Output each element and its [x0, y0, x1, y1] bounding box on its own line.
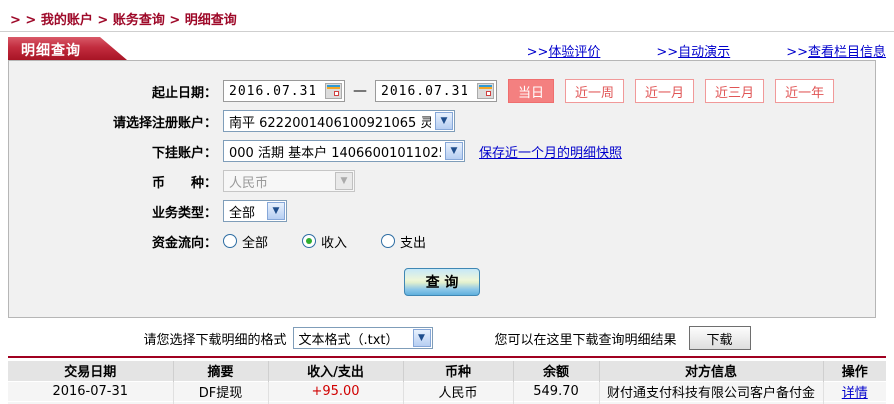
download-format-label: 请您选择下载明细的格式 [143, 329, 286, 348]
flow-option-expense[interactable]: 支出 [381, 232, 426, 251]
sub-account-label: 下挂账户： [9, 142, 217, 161]
breadcrumb-detail-query[interactable]: 明细查询 [185, 13, 237, 28]
business-type-row: 业务类型： 全部 ▼ [9, 200, 875, 222]
sub-account-value: 000 活期 基本户 1406600101102571848 [229, 142, 441, 161]
snapshot-link-wrap: 保存近一个月的明细快照 [479, 142, 622, 161]
header-links: >>体验评价 >>自动演示 >>查看栏目信息 [0, 41, 886, 60]
detail-query-page: > > 我的账户 > 账务查询 > 明细查询 明细查询 >>体验评价 >>自动演… [0, 0, 894, 404]
date-to-input[interactable] [381, 84, 467, 99]
cell-currency: 人民币 [403, 381, 513, 401]
cell-balance: 549.70 [513, 381, 599, 401]
link-prefix: >> [527, 45, 549, 60]
link-prefix: >> [786, 45, 808, 60]
query-form-panel: 起止日期： — 当日 近一周 近一月 近三月 近一年 请选择注册账户： 南平 6… [8, 60, 876, 318]
chevron-down-icon[interactable]: ▼ [435, 112, 453, 130]
column-info-link[interactable]: 查看栏目信息 [808, 45, 886, 60]
fund-flow-row: 资金流向： 全部 收入 支出 [9, 230, 875, 252]
query-button-row: 查 询 [9, 268, 875, 296]
flow-option-all-label: 全部 [242, 232, 268, 251]
chevron-down-icon[interactable]: ▼ [267, 202, 285, 220]
experience-review-link[interactable]: 体验评价 [548, 45, 600, 60]
breadcrumb-separator: > [93, 13, 113, 28]
auto-demo-link-wrap: >>自动演示 [656, 41, 730, 60]
download-format-value: 文本格式（.txt） [299, 329, 409, 348]
quick-range-month-button[interactable]: 近一月 [635, 79, 694, 103]
calendar-icon[interactable] [325, 83, 342, 99]
currency-label: 币 种： [9, 172, 217, 191]
currency-value: 人民币 [229, 172, 331, 191]
col-header-action: 操作 [823, 361, 886, 381]
chevron-down-icon[interactable]: ▼ [413, 329, 431, 347]
radio-icon[interactable] [302, 234, 316, 248]
cell-counterparty: 财付通支付科技有限公司客户备付金 [599, 381, 823, 401]
register-account-select[interactable]: 南平 6222001406100921065 灵通卡 ▼ [223, 110, 455, 132]
register-account-row: 请选择注册账户： 南平 6222001406100921065 灵通卡 ▼ [9, 110, 875, 132]
table-top-divider [8, 356, 886, 358]
business-type-label: 业务类型： [9, 202, 217, 221]
experience-review-link-wrap: >>体验评价 [527, 41, 601, 60]
download-result-label: 您可以在这里下载查询明细结果 [495, 329, 677, 348]
download-format-select[interactable]: 文本格式（.txt） ▼ [293, 327, 433, 349]
business-type-value: 全部 [229, 202, 263, 221]
top-divider [0, 31, 894, 32]
register-account-label: 请选择注册账户： [9, 112, 217, 131]
col-header-currency: 币种 [403, 361, 513, 381]
breadcrumb: > > 我的账户 > 账务查询 > 明细查询 [10, 9, 237, 28]
table-row: 2016-07-31 DF提现 +95.00 人民币 549.70 财付通支付科… [8, 381, 886, 401]
quick-range-year-button[interactable]: 近一年 [775, 79, 834, 103]
detail-link[interactable]: 详情 [842, 386, 868, 401]
flow-option-all[interactable]: 全部 [223, 232, 268, 251]
save-monthly-snapshot-link[interactable]: 保存近一个月的明细快照 [479, 146, 622, 161]
cell-action: 详情 [823, 381, 886, 401]
date-to-box [375, 80, 497, 102]
transaction-table: 交易日期 摘要 收入/支出 币种 余额 对方信息 操作 2016-07-31 D… [8, 361, 886, 404]
breadcrumb-separator: > [165, 13, 185, 28]
chevron-down-icon[interactable]: ▼ [445, 142, 463, 160]
table-header-row: 交易日期 摘要 收入/支出 币种 余额 对方信息 操作 [8, 361, 886, 381]
fund-flow-label: 资金流向： [9, 232, 217, 251]
sub-account-select[interactable]: 000 活期 基本户 1406600101102571848 ▼ [223, 140, 465, 162]
calendar-icon[interactable] [477, 83, 494, 99]
radio-icon[interactable] [223, 234, 237, 248]
flow-option-income[interactable]: 收入 [302, 232, 347, 251]
quick-range-3months-button[interactable]: 近三月 [705, 79, 764, 103]
breadcrumb-my-account[interactable]: 我的账户 [41, 13, 93, 28]
breadcrumb-prefix: > > [10, 13, 41, 28]
chevron-down-icon: ▼ [335, 172, 353, 190]
col-header-amount: 收入/支出 [268, 361, 403, 381]
fund-flow-radio-group: 全部 收入 支出 [223, 232, 460, 251]
query-button[interactable]: 查 询 [404, 268, 480, 296]
radio-icon[interactable] [381, 234, 395, 248]
date-range-label: 起止日期： [9, 82, 217, 101]
col-header-balance: 余额 [513, 361, 599, 381]
auto-demo-link[interactable]: 自动演示 [678, 45, 730, 60]
currency-row: 币 种： 人民币 ▼ [9, 170, 875, 192]
cell-summary: DF提现 [173, 381, 268, 401]
quick-range-today-button[interactable]: 当日 [508, 79, 554, 103]
col-header-date: 交易日期 [8, 361, 173, 381]
breadcrumb-account-query[interactable]: 账务查询 [113, 13, 165, 28]
sub-account-row: 下挂账户： 000 活期 基本户 1406600101102571848 ▼ 保… [9, 140, 875, 162]
date-range-dash: — [353, 83, 367, 99]
download-button[interactable]: 下载 [689, 326, 751, 350]
date-range-row: 起止日期： — 当日 近一周 近一月 近三月 近一年 [9, 80, 875, 102]
flow-option-expense-label: 支出 [400, 232, 426, 251]
business-type-select[interactable]: 全部 ▼ [223, 200, 287, 222]
col-header-counterparty: 对方信息 [599, 361, 823, 381]
col-header-summary: 摘要 [173, 361, 268, 381]
quick-range-week-button[interactable]: 近一周 [565, 79, 624, 103]
link-prefix: >> [656, 45, 678, 60]
column-info-link-wrap: >>查看栏目信息 [786, 41, 886, 60]
download-row: 请您选择下载明细的格式 文本格式（.txt） ▼ 您可以在这里下载查询明细结果 … [0, 326, 894, 350]
cell-date: 2016-07-31 [8, 381, 173, 401]
date-from-box [223, 80, 345, 102]
flow-option-income-label: 收入 [321, 232, 347, 251]
currency-select-disabled: 人民币 ▼ [223, 170, 355, 192]
date-from-input[interactable] [229, 84, 315, 99]
cell-amount: +95.00 [268, 381, 403, 401]
register-account-value: 南平 6222001406100921065 灵通卡 [229, 112, 431, 131]
